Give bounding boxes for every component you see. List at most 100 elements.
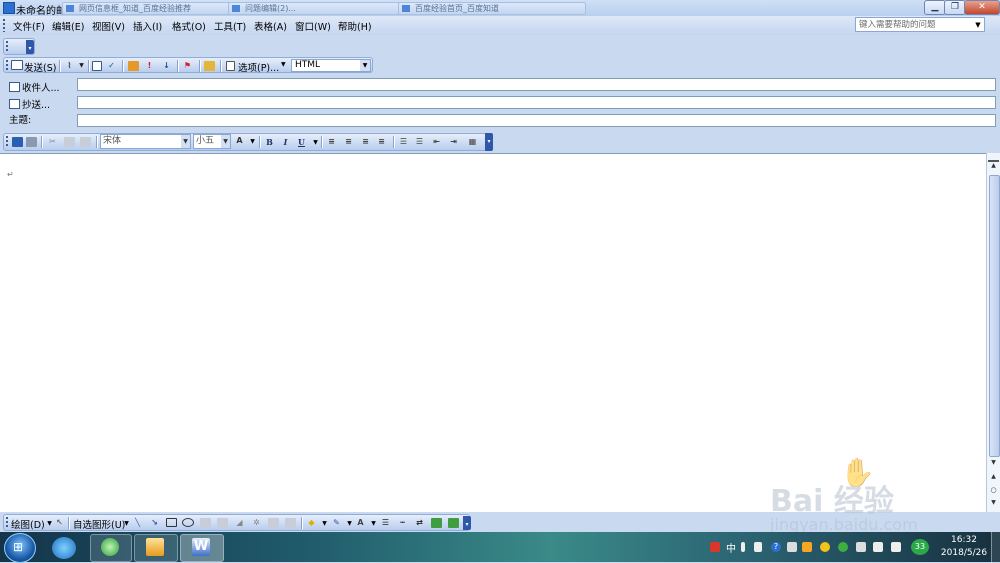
font-name-select[interactable]: 宋体 ▼ — [100, 134, 191, 149]
tray-app-icon[interactable] — [802, 542, 812, 552]
subject-field[interactable] — [77, 114, 996, 127]
taskbar-app-outlook[interactable] — [134, 534, 178, 562]
justify-icon[interactable]: ≡ — [376, 137, 387, 147]
font-size-select[interactable]: 小五 ▼ — [193, 134, 231, 149]
align-right-icon[interactable]: ≡ — [360, 137, 371, 147]
start-button[interactable]: ⊞ — [4, 533, 36, 563]
toolbar-options-chevron[interactable]: ▾ — [463, 516, 471, 530]
wordart-icon[interactable]: ◢ — [234, 518, 245, 528]
font-color-icon[interactable]: A — [355, 518, 366, 528]
chevron-down-icon[interactable]: ▼ — [310, 138, 321, 148]
arrow-style-icon[interactable]: ⇄ — [414, 518, 425, 528]
help-icon[interactable]: ? — [771, 542, 781, 552]
border-icon[interactable]: ▦ — [467, 137, 478, 147]
scroll-thumb[interactable] — [989, 175, 1000, 457]
flag-icon[interactable]: ⚑ — [182, 61, 193, 71]
rectangle-icon[interactable] — [166, 518, 177, 527]
save-icon[interactable] — [12, 137, 23, 147]
chevron-down-icon[interactable]: ▼ — [221, 135, 230, 148]
to-field[interactable] — [77, 78, 996, 91]
autoshapes-button[interactable]: 自选图形(U) — [73, 517, 125, 531]
notification-badge[interactable]: 33 — [911, 539, 929, 555]
security-icon[interactable] — [820, 542, 830, 552]
signature-icon[interactable] — [128, 61, 139, 71]
importance-low-icon[interactable]: ↓ — [161, 61, 172, 71]
minimize-button[interactable]: ▁ — [924, 0, 946, 15]
contacts-icon[interactable] — [204, 61, 215, 71]
to-button[interactable]: 收件人... — [9, 80, 60, 94]
diagram-icon[interactable]: ✲ — [251, 518, 262, 528]
paste-icon[interactable] — [80, 137, 91, 147]
restore-button[interactable]: ❐ — [944, 0, 966, 15]
show-desktop-button[interactable] — [991, 532, 1000, 562]
paperclip-icon[interactable]: ⌇ — [64, 61, 75, 71]
background-tab-1[interactable]: 网页信息框_知道_百度经验推荐 — [62, 2, 250, 15]
address-book-icon[interactable] — [92, 61, 102, 71]
ie-icon[interactable] — [52, 537, 76, 559]
scroll-down-icon[interactable]: ▼ — [988, 459, 999, 469]
menu-help[interactable]: 帮助(H) — [338, 19, 372, 33]
font-color-button[interactable]: A ▼ — [234, 136, 256, 148]
clock-date[interactable]: 2018/5/26 — [938, 548, 990, 558]
line-icon[interactable]: ╲ — [132, 518, 143, 528]
oval-icon[interactable] — [182, 518, 194, 527]
bullet-list-icon[interactable]: ☰ — [414, 137, 425, 147]
message-format-select[interactable]: HTML ▼ — [291, 59, 371, 72]
chevron-down-icon[interactable]: ▼ — [319, 519, 330, 529]
clip-art-icon[interactable] — [268, 518, 279, 528]
chevron-down-icon[interactable]: ▼ — [121, 519, 132, 529]
align-left-icon[interactable]: ≡ — [326, 137, 337, 147]
picture-icon[interactable] — [285, 518, 296, 528]
toolbar-grip[interactable] — [6, 517, 8, 528]
close-button[interactable]: ✕ — [964, 0, 1000, 15]
arrow-icon[interactable]: ↘ — [149, 518, 160, 528]
check-names-icon[interactable]: ✓ — [106, 61, 117, 71]
draw-menu-button[interactable]: 绘图(D) — [11, 517, 45, 531]
importance-high-icon[interactable]: ! — [144, 61, 155, 71]
toolbar-grip[interactable] — [6, 41, 8, 52]
copy-icon[interactable] — [64, 137, 75, 147]
help-search-box[interactable]: 键入需要帮助的问题 ▼ — [855, 17, 985, 32]
cc-button[interactable]: 抄送... — [9, 97, 50, 111]
vertical-text-box-icon[interactable] — [217, 518, 228, 528]
menu-window[interactable]: 窗口(W) — [295, 19, 331, 33]
italic-button[interactable]: I — [280, 137, 291, 147]
chevron-down-icon[interactable]: ▼ — [368, 519, 379, 529]
menu-tools[interactable]: 工具(T) — [214, 19, 246, 33]
3d-style-icon[interactable] — [448, 518, 459, 528]
chevron-down-icon[interactable]: ▼ — [973, 18, 983, 33]
toolbar-options-chevron[interactable]: ▾ — [485, 133, 493, 151]
menu-view[interactable]: 视图(V) — [92, 19, 125, 33]
bold-button[interactable]: B — [264, 137, 275, 147]
menu-insert[interactable]: 插入(I) — [133, 19, 162, 33]
align-center-icon[interactable]: ≡ — [343, 137, 354, 147]
print-icon[interactable] — [26, 137, 37, 147]
previous-page-icon[interactable]: ▲ — [988, 473, 999, 483]
cc-field[interactable] — [77, 96, 996, 109]
browse-object-icon[interactable]: ○ — [988, 486, 999, 496]
select-objects-icon[interactable]: ↖ — [54, 518, 65, 528]
text-box-icon[interactable] — [200, 518, 211, 528]
ime-icon[interactable] — [710, 542, 720, 552]
chevron-down-icon[interactable]: ▼ — [181, 135, 190, 148]
increase-indent-icon[interactable]: ⇥ — [448, 137, 459, 147]
chevron-down-icon[interactable]: ▼ — [76, 61, 87, 71]
background-tab-3[interactable]: 百度经验首页_百度知道 — [398, 2, 586, 15]
underline-button[interactable]: U — [296, 137, 307, 147]
decrease-indent-icon[interactable]: ⇤ — [431, 137, 442, 147]
line-style-icon[interactable]: ☰ — [380, 518, 391, 528]
menu-format[interactable]: 格式(O) — [172, 19, 206, 33]
vertical-scrollbar[interactable]: ▲ ▼ ▲ ○ ▼ — [986, 153, 1000, 512]
fill-color-icon[interactable]: ◆ — [306, 518, 317, 528]
send-button[interactable]: 发送(S) — [11, 59, 59, 74]
toolbar-grip[interactable] — [6, 136, 8, 148]
toolbar-options-chevron[interactable]: ▾ — [26, 40, 34, 54]
background-tab-2[interactable]: 问题编辑(2)... — [228, 2, 406, 15]
menu-edit[interactable]: 编辑(E) — [52, 19, 84, 33]
menu-file[interactable]: 文件(F) — [13, 19, 45, 33]
ime-bar-icon[interactable] — [741, 542, 745, 552]
shadow-style-icon[interactable] — [431, 518, 442, 528]
clipboard-icon[interactable] — [787, 542, 797, 552]
usb-icon[interactable] — [856, 542, 866, 552]
chevron-down-icon[interactable]: ▼ — [344, 519, 355, 529]
